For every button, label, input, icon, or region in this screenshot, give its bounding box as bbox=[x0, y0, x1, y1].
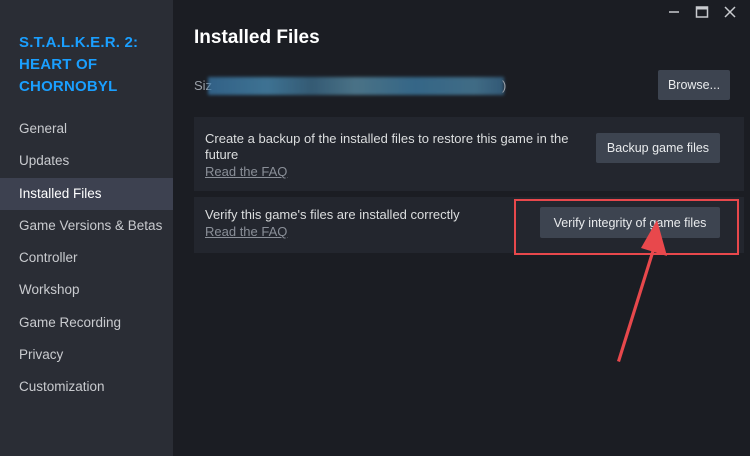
backup-faq-link[interactable]: Read the FAQ bbox=[205, 164, 590, 180]
verify-integrity-button[interactable]: Verify integrity of game files bbox=[540, 207, 720, 238]
page-title: Installed Files bbox=[194, 27, 320, 48]
browse-button[interactable]: Browse... bbox=[658, 70, 730, 100]
sidebar-item-customization[interactable]: Customization bbox=[0, 371, 173, 403]
maximize-icon[interactable] bbox=[692, 4, 712, 20]
verify-faq-link[interactable]: Read the FAQ bbox=[205, 224, 505, 240]
sidebar-item-general[interactable]: General bbox=[0, 113, 173, 145]
game-title: S.T.A.L.K.E.R. 2: HEART OF CHORNOBYL bbox=[19, 34, 139, 95]
sidebar-item-installed-files[interactable]: Installed Files bbox=[0, 177, 173, 210]
sidebar-item-controller[interactable]: Controller bbox=[0, 242, 173, 274]
backup-description: Create a backup of the installed files t… bbox=[205, 131, 569, 162]
verify-description: Verify this game's files are installed c… bbox=[205, 207, 460, 222]
sidebar-item-workshop[interactable]: Workshop bbox=[0, 274, 173, 306]
sidebar-item-updates[interactable]: Updates bbox=[0, 145, 173, 177]
sidebar-item-game-versions-betas[interactable]: Game Versions & Betas bbox=[0, 210, 173, 242]
sidebar: S.T.A.L.K.E.R. 2: HEART OF CHORNOBYL Gen… bbox=[0, 0, 173, 456]
backup-game-files-button[interactable]: Backup game files bbox=[596, 133, 720, 163]
window-controls bbox=[664, 4, 740, 20]
backup-panel: Create a backup of the installed files t… bbox=[194, 117, 744, 191]
sidebar-item-game-recording[interactable]: Game Recording bbox=[0, 307, 173, 339]
main-content: Installed Files Siz ) Browse... Create a… bbox=[173, 0, 750, 456]
redacted-size-value bbox=[208, 77, 504, 95]
close-icon[interactable] bbox=[720, 4, 740, 20]
verify-panel: Verify this game's files are installed c… bbox=[194, 197, 744, 253]
install-size-row: Siz ) bbox=[194, 76, 714, 96]
minimize-icon[interactable] bbox=[664, 4, 684, 20]
sidebar-item-privacy[interactable]: Privacy bbox=[0, 339, 173, 371]
size-tail: ) bbox=[502, 78, 507, 93]
sidebar-nav: General Updates Installed Files Game Ver… bbox=[0, 113, 173, 404]
